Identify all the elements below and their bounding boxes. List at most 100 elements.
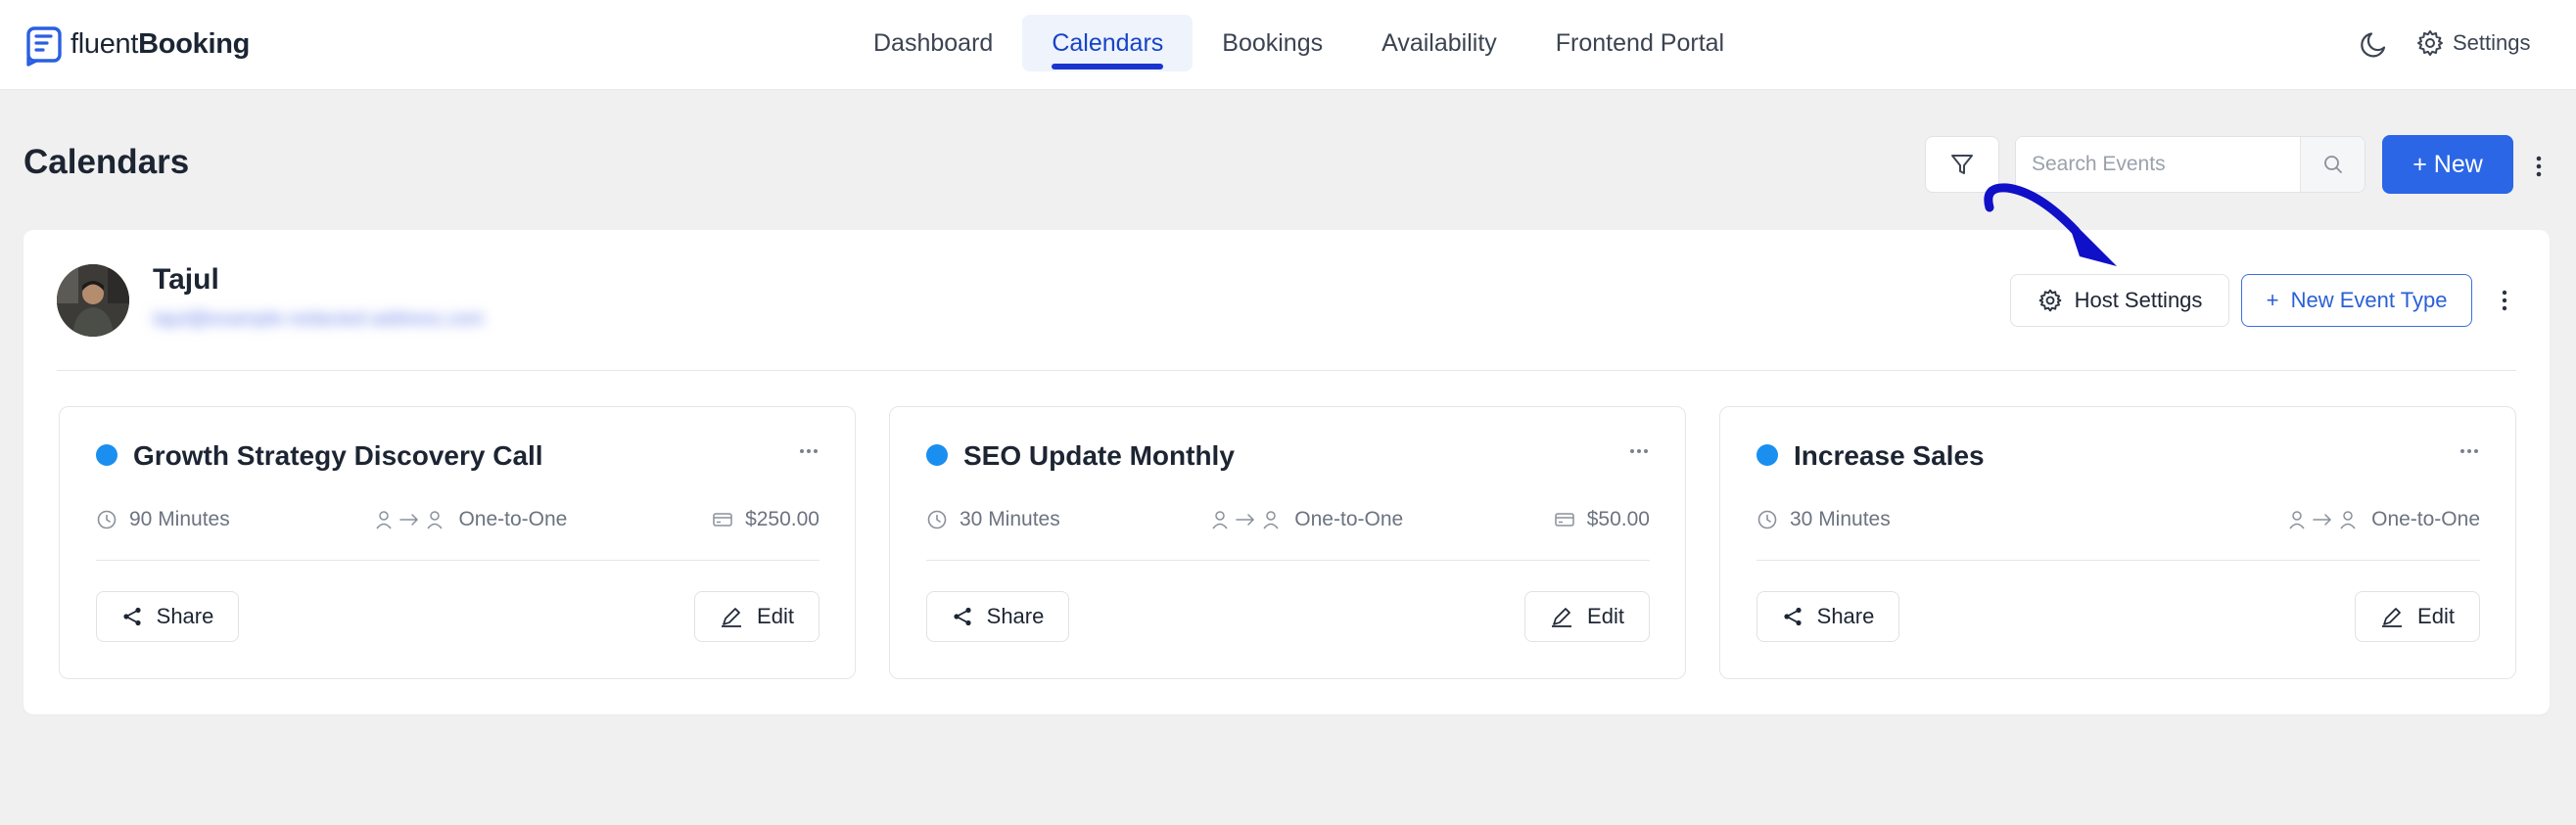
event-type-label: One-to-One [2371, 508, 2480, 530]
edit-button[interactable]: Edit [694, 591, 820, 642]
event-price: $250.00 [712, 508, 820, 531]
event-meta-row: 30 Minutes One-to-One $50.00 [926, 505, 1650, 534]
gear-icon [2038, 289, 2061, 312]
edit-button[interactable]: Edit [1524, 591, 1650, 642]
share-label: Share [1816, 604, 1875, 628]
event-status-dot [96, 444, 117, 466]
event-title[interactable]: Growth Strategy Discovery Call [133, 440, 543, 472]
host-settings-label: Host Settings [2074, 288, 2203, 312]
new-event-type-button[interactable]: + New Event Type [2241, 274, 2472, 327]
one-to-one-icon [376, 511, 444, 529]
page-more-options-icon[interactable] [2531, 153, 2547, 180]
brand-name-bold: Booking [138, 27, 251, 60]
share-button[interactable]: Share [926, 591, 1069, 642]
event-price: $50.00 [1554, 508, 1650, 531]
event-price-label: $250.00 [745, 508, 820, 530]
new-event-type-label: + New Event Type [2266, 288, 2448, 312]
event-meta-row: 30 Minutes One-to-One [1756, 505, 2480, 534]
share-label: Share [156, 604, 214, 628]
search-button[interactable] [2300, 137, 2365, 192]
nav-availability[interactable]: Availability [1352, 15, 1526, 71]
price-card-icon [1555, 513, 1574, 527]
fluentbooking-logo-icon [26, 26, 62, 67]
new-button[interactable]: + New [2382, 135, 2513, 194]
event-card-divider [926, 560, 1650, 561]
settings-link[interactable]: Settings [2415, 25, 2531, 61]
host-settings-button[interactable]: Host Settings [2010, 274, 2229, 327]
event-type: One-to-One [2287, 508, 2480, 531]
nav-frontend-portal[interactable]: Frontend Portal [1526, 15, 1754, 71]
nav-dashboard-label: Dashboard [873, 28, 994, 57]
search-events-input[interactable] [2016, 137, 2300, 192]
event-more-options-icon[interactable] [798, 446, 820, 456]
edit-label: Edit [1587, 604, 1624, 628]
nav-bookings-label: Bookings [1222, 28, 1324, 57]
nav-frontend-portal-label: Frontend Portal [1555, 28, 1725, 57]
edit-pencil-icon [722, 608, 742, 627]
event-type: One-to-One [1210, 508, 1403, 531]
share-label: Share [986, 604, 1045, 628]
event-duration: 30 Minutes [926, 508, 1060, 531]
edit-label: Edit [757, 604, 794, 628]
share-icon [1784, 607, 1802, 626]
filter-button[interactable] [1925, 136, 1999, 193]
event-type: One-to-One [374, 508, 567, 531]
one-to-one-icon [1212, 511, 1279, 529]
event-type-label: One-to-One [1294, 508, 1404, 530]
event-status-dot [926, 444, 948, 466]
edit-label: Edit [2417, 604, 2455, 628]
event-duration-label: 30 Minutes [960, 508, 1060, 530]
filter-icon [1951, 155, 1973, 174]
nav-calendars-label: Calendars [1052, 28, 1164, 57]
brand-name: fluentBooking [70, 28, 250, 61]
event-more-options-icon[interactable] [2459, 446, 2480, 456]
clock-icon [927, 510, 947, 529]
event-card: Growth Strategy Discovery Call 90 Minute… [59, 406, 856, 679]
price-card-icon [713, 513, 732, 527]
one-to-one-icon [2289, 511, 2356, 529]
host-avatar [57, 264, 129, 337]
nav-calendars[interactable]: Calendars [1022, 15, 1194, 71]
nav-bookings[interactable]: Bookings [1193, 15, 1352, 71]
host-name: Tajul [153, 263, 219, 296]
event-duration-label: 30 Minutes [1790, 508, 1891, 530]
main-nav: Dashboard Calendars Bookings Availabilit… [844, 14, 1754, 72]
moon-icon[interactable] [2358, 27, 2391, 61]
event-more-options-icon[interactable] [1628, 446, 1650, 456]
event-title[interactable]: Increase Sales [1794, 440, 1985, 472]
top-navbar: fluentBooking Dashboard Calendars Bookin… [0, 0, 2576, 90]
brand-name-light: fluent [70, 27, 139, 60]
new-button-label: + New [2412, 150, 2483, 178]
nav-availability-label: Availability [1382, 28, 1497, 57]
brand-logo[interactable]: fluentBooking [23, 22, 250, 67]
event-duration: 90 Minutes [96, 508, 230, 531]
nav-dashboard[interactable]: Dashboard [844, 15, 1022, 71]
clock-icon [1757, 510, 1777, 529]
clock-icon [97, 510, 117, 529]
event-card: Increase Sales 30 Minutes One-to-One Sha… [1719, 406, 2516, 679]
share-button[interactable]: Share [96, 591, 239, 642]
edit-pencil-icon [1552, 608, 1572, 627]
page-title: Calendars [23, 143, 190, 181]
event-card-divider [1756, 560, 2480, 561]
event-type-label: One-to-One [458, 508, 568, 530]
host-calendar-card: Tajul tajul@example-redacted-address.com… [23, 230, 2550, 714]
event-duration-label: 90 Minutes [129, 508, 230, 530]
gear-icon [2417, 30, 2443, 56]
event-card-divider [96, 560, 820, 561]
search-icon [2323, 156, 2342, 173]
event-duration: 30 Minutes [1756, 508, 1891, 531]
search-events-box [2015, 136, 2365, 193]
share-icon [123, 607, 141, 626]
settings-label: Settings [2453, 30, 2531, 55]
host-card-divider [57, 370, 2516, 371]
share-button[interactable]: Share [1756, 591, 1899, 642]
event-card: SEO Update Monthly 30 Minutes One-to-One… [889, 406, 1686, 679]
host-email-blurred: tajul@example-redacted-address.com [153, 308, 485, 330]
host-more-options-icon[interactable] [2498, 288, 2511, 313]
edit-button[interactable]: Edit [2355, 591, 2480, 642]
share-icon [954, 607, 971, 626]
event-status-dot [1756, 444, 1778, 466]
event-title[interactable]: SEO Update Monthly [963, 440, 1235, 472]
event-meta-row: 90 Minutes One-to-One $250.00 [96, 505, 820, 534]
